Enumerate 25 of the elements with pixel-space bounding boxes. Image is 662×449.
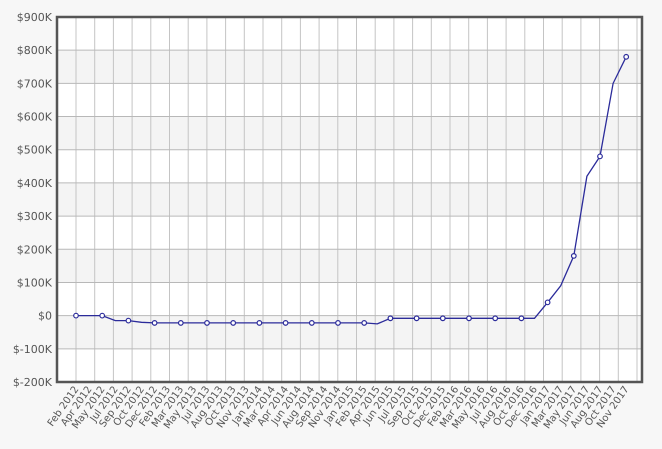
data-point	[230, 320, 236, 326]
data-point	[152, 320, 158, 326]
y-axis-label: $-100K	[12, 342, 52, 356]
y-axis-label: $700K	[16, 77, 52, 90]
data-point	[178, 320, 184, 326]
y-axis-label: $900K	[16, 11, 52, 24]
data-point	[544, 299, 550, 306]
data-point	[597, 153, 603, 160]
data-point	[204, 320, 210, 326]
data-point	[623, 54, 630, 60]
data-point	[361, 320, 368, 326]
y-axis-label: $500K	[16, 144, 52, 157]
data-point	[570, 253, 577, 259]
data-point	[282, 320, 288, 326]
y-axis-label: $600K	[16, 110, 52, 124]
data-point	[256, 320, 262, 326]
data-point	[308, 320, 315, 326]
data-point	[335, 320, 341, 326]
y-axis-label: $200K	[16, 243, 52, 256]
y-axis-label: $300K	[16, 210, 52, 224]
y-axis-label: $800K	[16, 44, 52, 58]
y-axis-label: $400K	[16, 176, 52, 190]
y-axis-label: $100K	[16, 276, 52, 290]
y-axis-label: $0	[38, 310, 52, 323]
y-axis-label: $-200K	[12, 376, 52, 389]
